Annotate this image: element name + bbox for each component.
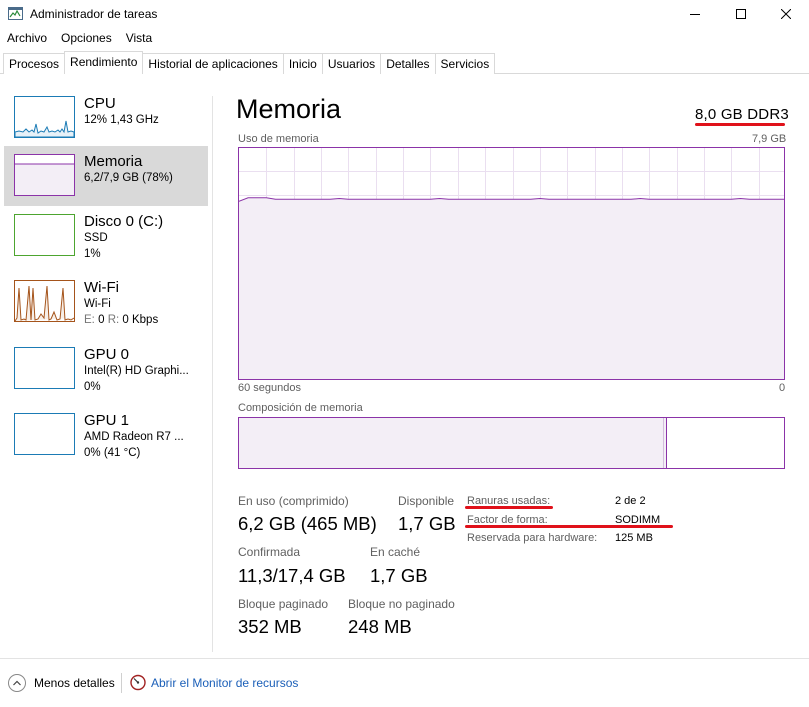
sidebar-item-wifi[interactable]: Wi-Fi Wi-Fi E: 0 R: 0 Kbps (4, 272, 208, 332)
title-bar: Administrador de tareas (0, 0, 809, 28)
sidebar-item-detail-2: E: 0 R: 0 Kbps (84, 314, 158, 326)
sidebar-item-detail: Intel(R) HD Graphi... (84, 365, 189, 377)
sidebar-item-cpu[interactable]: CPU 12% 1,43 GHz (4, 88, 208, 148)
composition-in-use (239, 418, 664, 468)
memory-usage-area (239, 197, 784, 379)
receive-label: R: (107, 314, 120, 326)
tab-procesos[interactable]: Procesos (3, 53, 66, 74)
hardware-reserved-label: Reservada para hardware: (467, 532, 598, 544)
available-label: Disponible (398, 494, 455, 508)
sidebar-divider (212, 96, 213, 652)
nonpaged-pool-label: Bloque no paginado (348, 597, 455, 611)
sidebar-item-label: Disco 0 (C:) (84, 213, 164, 230)
sidebar-item-detail: Wi-Fi (84, 298, 111, 310)
send-label: E: (84, 314, 95, 326)
cached-label: En caché (370, 545, 421, 559)
sidebar-item-memoria[interactable]: Memoria 6,2/7,9 GB (78%) (4, 146, 208, 206)
sidebar-item-label: GPU 0 (84, 346, 130, 363)
sidebar-item-detail: SSD (84, 232, 108, 244)
tab-servicios[interactable]: Servicios (434, 53, 496, 74)
nonpaged-pool-value: 248 MB (348, 616, 412, 637)
hardware-reserved-value: 125 MB (615, 532, 653, 544)
composition-modified (664, 418, 667, 468)
annotation-underline (465, 525, 673, 528)
cached-value: 1,7 GB (370, 565, 428, 586)
composition-label: Composición de memoria (238, 402, 363, 414)
memory-usage-plot (239, 148, 784, 379)
tab-bar: Procesos Rendimiento Historial de aplica… (0, 51, 809, 74)
gpu1-thumbnail-graph (14, 413, 75, 455)
annotation-underline (695, 123, 785, 126)
fewer-details-button[interactable] (8, 674, 26, 692)
time-axis-right: 0 (779, 382, 786, 394)
committed-label: Confirmada (238, 545, 301, 559)
sidebar-item-gpu0[interactable]: GPU 0 Intel(R) HD Graphi... 0% (4, 339, 208, 399)
sidebar-item-label: Memoria (84, 153, 143, 170)
gpu0-thumbnail-graph (14, 347, 75, 389)
receive-value: 0 Kbps (122, 314, 159, 326)
fewer-details-label[interactable]: Menos detalles (34, 676, 115, 690)
menu-vista[interactable]: Vista (119, 29, 159, 47)
time-axis-left: 60 segundos (238, 382, 301, 394)
sidebar-item-detail-2: 1% (84, 248, 101, 260)
chevron-up-icon (13, 680, 21, 686)
paged-pool-label: Bloque paginado (238, 597, 329, 611)
maximize-button[interactable] (718, 0, 764, 28)
minimize-icon (690, 14, 700, 15)
slots-value: 2 de 2 (615, 495, 646, 507)
resource-sidebar: CPU 12% 1,43 GHz Memoria 6,2/7,9 GB (78%… (0, 88, 212, 653)
tab-historial[interactable]: Historial de aplicaciones (142, 53, 284, 74)
sidebar-item-detail: 12% 1,43 GHz (84, 114, 159, 126)
sidebar-item-label: GPU 1 (84, 412, 130, 429)
usage-chart-max: 7,9 GB (752, 133, 787, 145)
menu-bar: Archivo Opciones Vista (0, 29, 159, 47)
maximize-icon (736, 9, 746, 19)
sidebar-item-detail-2: 0% (41 °C) (84, 447, 141, 459)
wifi-thumbnail-graph (14, 280, 75, 322)
minimize-button[interactable] (672, 0, 718, 28)
sidebar-item-gpu1[interactable]: GPU 1 AMD Radeon R7 ... 0% (41 °C) (4, 405, 208, 465)
sidebar-item-label: Wi-Fi (84, 279, 119, 296)
resource-monitor-icon (130, 674, 146, 691)
memory-composition-bar (238, 417, 785, 469)
in-use-label: En uso (comprimido) (238, 494, 349, 508)
task-manager-icon (8, 7, 23, 20)
tab-rendimiento[interactable]: Rendimiento (64, 51, 144, 74)
usage-chart-label: Uso de memoria (238, 133, 319, 145)
available-value: 1,7 GB (398, 513, 456, 534)
memory-usage-chart (238, 147, 785, 380)
sidebar-item-detail: 6,2/7,9 GB (78%) (84, 172, 173, 184)
open-resource-monitor-link[interactable]: Abrir el Monitor de recursos (151, 676, 298, 690)
sidebar-item-detail: AMD Radeon R7 ... (84, 431, 184, 443)
paged-pool-value: 352 MB (238, 616, 302, 637)
menu-archivo[interactable]: Archivo (0, 29, 54, 47)
send-value: 0 (98, 314, 105, 326)
sidebar-item-detail-2: 0% (84, 381, 101, 393)
tab-detalles[interactable]: Detalles (380, 53, 436, 74)
sidebar-item-disco[interactable]: Disco 0 (C:) SSD 1% (4, 206, 208, 266)
committed-value: 11,3/17,4 GB (238, 565, 346, 586)
close-button[interactable] (763, 0, 809, 28)
footer-separator (121, 673, 122, 693)
memory-spec: 8,0 GB DDR3 (695, 106, 789, 123)
footer-divider (0, 658, 809, 659)
in-use-value: 6,2 GB (465 MB) (238, 513, 377, 534)
disk-thumbnail-graph (14, 214, 75, 256)
cpu-thumbnail-graph (14, 96, 75, 138)
window-title: Administrador de tareas (30, 7, 158, 21)
tab-inicio[interactable]: Inicio (282, 53, 323, 74)
tab-usuarios[interactable]: Usuarios (321, 53, 382, 74)
sidebar-item-label: CPU (84, 95, 116, 112)
memory-thumbnail-graph (14, 154, 75, 196)
annotation-underline (465, 506, 553, 509)
menu-opciones[interactable]: Opciones (54, 29, 119, 47)
close-icon (781, 9, 791, 19)
page-title: Memoria (236, 94, 342, 124)
